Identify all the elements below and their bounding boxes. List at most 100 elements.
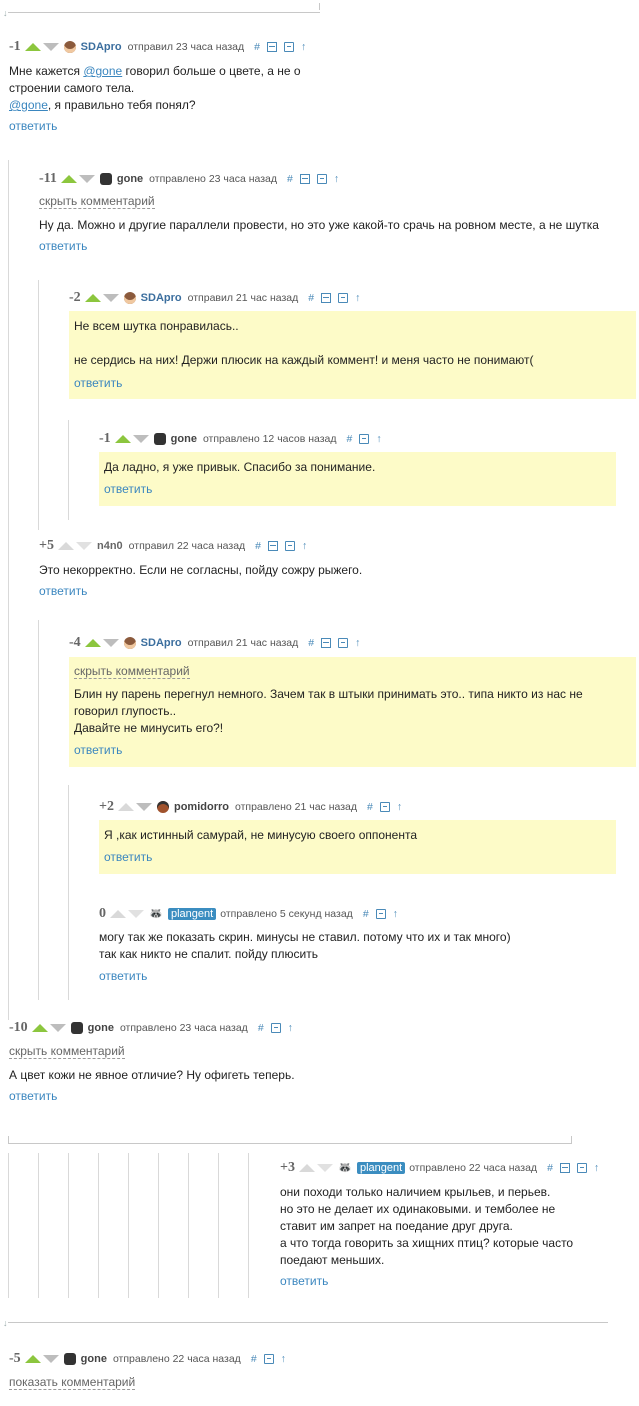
vote-down-icon[interactable]	[42, 1355, 59, 1363]
vote-down-icon[interactable]	[132, 435, 149, 443]
parent-arrow-icon[interactable]: ↑	[376, 433, 381, 445]
permalink-icon[interactable]: #	[308, 637, 314, 649]
vote-up-icon[interactable]	[24, 1355, 41, 1363]
vote-up-icon[interactable]	[60, 175, 77, 183]
reply-link[interactable]: ответить	[104, 482, 152, 496]
permalink-icon[interactable]: #	[258, 1022, 264, 1034]
username[interactable]: pomidorro	[174, 801, 229, 813]
mention-link[interactable]: @gone	[83, 64, 122, 78]
vote-up-icon[interactable]	[31, 1024, 48, 1032]
parent-arrow-icon[interactable]: ↑	[302, 540, 307, 552]
vote-down-icon[interactable]	[135, 803, 152, 811]
parent-arrow-icon[interactable]: ↑	[355, 292, 360, 304]
vote-down-icon[interactable]	[128, 910, 144, 918]
permalink-icon[interactable]: #	[308, 292, 314, 304]
vote-down-icon[interactable]	[49, 1024, 66, 1032]
reply-link[interactable]: ответить	[74, 743, 122, 757]
save-icon[interactable]	[379, 802, 390, 812]
permalink-icon[interactable]: #	[367, 801, 373, 813]
hide-comment-link[interactable]: скрыть комментарий	[39, 194, 155, 209]
permalink-icon[interactable]: #	[547, 1162, 553, 1174]
parent-arrow-icon[interactable]: ↑	[288, 1022, 293, 1034]
comment-body: могу так же показать скрин. минусы не ст…	[99, 929, 511, 963]
collapse-icon[interactable]	[266, 42, 277, 52]
save-icon[interactable]	[285, 541, 295, 551]
permalink-icon[interactable]: #	[347, 433, 353, 445]
permalink-icon[interactable]: #	[287, 173, 293, 185]
collapse-icon[interactable]	[321, 638, 332, 648]
reply-link[interactable]: ответить	[39, 584, 87, 598]
collapse-icon[interactable]	[559, 1163, 570, 1173]
save-icon[interactable]	[576, 1163, 587, 1173]
vote-down-icon[interactable]	[316, 1164, 333, 1172]
collapse-icon[interactable]	[299, 174, 310, 184]
permalink-icon[interactable]: #	[251, 1353, 257, 1365]
reply-link[interactable]: ответить	[280, 1274, 328, 1288]
comment-rating: +5	[39, 538, 54, 553]
save-icon[interactable]	[338, 293, 349, 303]
comment-line: говорил глупость..	[74, 704, 177, 718]
username[interactable]: SDApro	[141, 292, 182, 304]
vote-up-icon[interactable]	[298, 1164, 315, 1172]
mention-link[interactable]: @gone	[9, 98, 48, 112]
username[interactable]: SDApro	[141, 637, 182, 649]
parent-arrow-icon[interactable]: ↑	[397, 801, 402, 813]
permalink-icon[interactable]: #	[255, 540, 261, 552]
username[interactable]: plangent	[168, 908, 217, 920]
username[interactable]: gone	[171, 433, 197, 445]
vote-down-icon[interactable]	[78, 175, 95, 183]
nest-line	[8, 1153, 9, 1298]
username[interactable]: gone	[81, 1353, 107, 1365]
vote-up-icon[interactable]	[117, 803, 134, 811]
save-icon[interactable]	[270, 1023, 281, 1033]
avatar	[99, 173, 112, 185]
vote-up-icon[interactable]	[110, 910, 126, 918]
comment-rating: -2	[69, 290, 81, 305]
save-icon[interactable]	[263, 1354, 274, 1364]
comment-line: не сердись на них! Держи плюсик на кажды…	[74, 353, 534, 367]
save-icon[interactable]	[338, 638, 349, 648]
parent-arrow-icon[interactable]: ↑	[334, 173, 339, 185]
collapse-icon[interactable]	[321, 293, 332, 303]
comment-line: поедают меньших.	[280, 1253, 385, 1267]
parent-arrow-icon[interactable]: ↑	[355, 637, 360, 649]
reply-link[interactable]: ответить	[9, 119, 57, 133]
username[interactable]: n4n0	[97, 540, 123, 552]
reply-link[interactable]: ответить	[9, 1089, 57, 1103]
vote-down-icon[interactable]	[42, 43, 59, 51]
save-icon[interactable]	[375, 909, 386, 919]
vote-up-icon[interactable]	[84, 639, 101, 647]
vote-up-icon[interactable]	[57, 542, 74, 550]
comment-body: А цвет кожи не явное отличие? Ну офигеть…	[9, 1067, 295, 1084]
save-icon[interactable]	[316, 174, 327, 184]
vote-down-icon[interactable]	[102, 639, 119, 647]
reply-link[interactable]: ответить	[99, 969, 147, 983]
save-icon[interactable]	[359, 434, 370, 444]
show-comment-link[interactable]: показать комментарий	[9, 1375, 136, 1390]
parent-arrow-icon[interactable]: ↑	[393, 908, 398, 920]
vote-up-icon[interactable]	[84, 294, 101, 302]
parent-arrow-icon[interactable]: ↑	[301, 41, 306, 53]
vote-down-icon[interactable]	[75, 542, 92, 550]
hide-comment-link[interactable]: скрыть комментарий	[9, 1044, 125, 1059]
parent-arrow-icon[interactable]: ↑	[594, 1162, 599, 1174]
nest-line	[38, 1153, 39, 1298]
username[interactable]: gone	[88, 1022, 114, 1034]
permalink-icon[interactable]: #	[363, 908, 369, 920]
reply-link[interactable]: ответить	[104, 850, 152, 864]
parent-arrow-icon[interactable]: ↑	[281, 1353, 286, 1365]
username[interactable]: plangent	[356, 1162, 406, 1174]
collapse-icon[interactable]	[268, 541, 278, 551]
comment-rating: -1	[9, 39, 21, 54]
username[interactable]: SDApro	[81, 41, 122, 53]
vote-up-icon[interactable]	[114, 435, 131, 443]
vote-up-icon[interactable]	[24, 43, 41, 51]
timestamp: отправил 22 часа назад	[128, 540, 246, 552]
reply-link[interactable]: ответить	[74, 376, 122, 390]
hide-comment-link[interactable]: скрыть комментарий	[74, 664, 190, 679]
vote-down-icon[interactable]	[102, 294, 119, 302]
save-icon[interactable]	[283, 42, 294, 52]
permalink-icon[interactable]: #	[254, 41, 260, 53]
reply-link[interactable]: ответить	[39, 239, 87, 253]
username[interactable]: gone	[117, 173, 143, 185]
